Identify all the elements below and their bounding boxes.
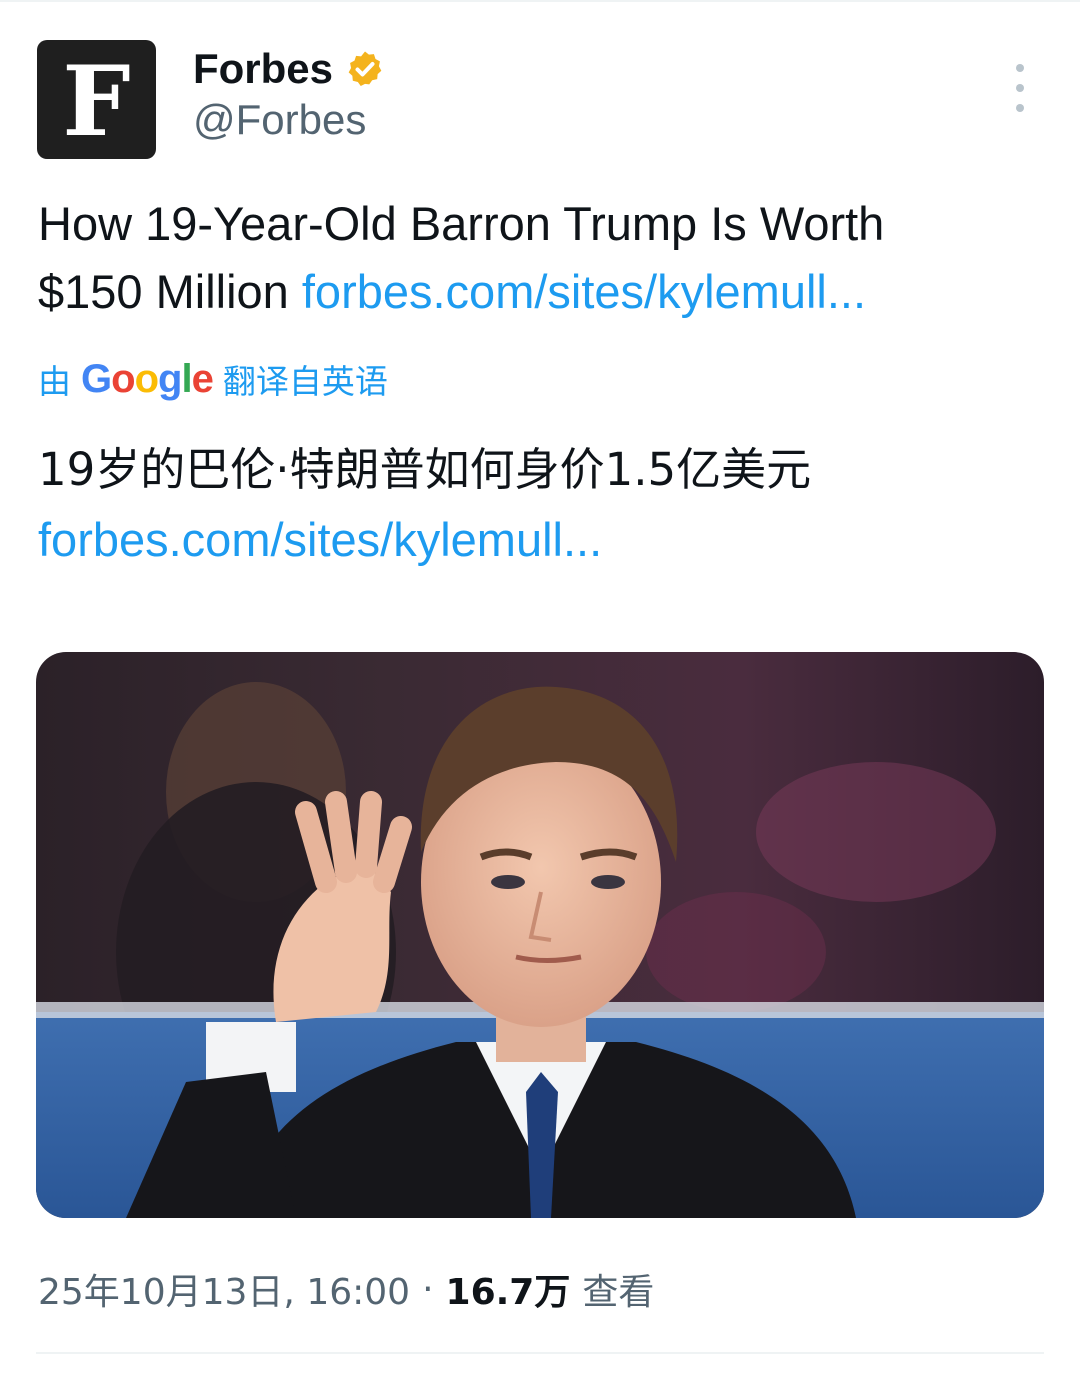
tweet-meta: 25年10月13日, 16:00 · 16.7万 查看 xyxy=(38,1262,654,1316)
translated-text-body: 19岁的巴伦·特朗普如何身价1.5亿美元 xyxy=(38,443,812,496)
more-options-icon[interactable] xyxy=(1000,64,1040,112)
translation-suffix: 翻译自英语 xyxy=(222,362,388,401)
tweet-link[interactable]: forbes.com/sites/kylemull... xyxy=(302,265,866,318)
translated-text: 19岁的巴伦·特朗普如何身价1.5亿美元 forbes.com/sites/ky… xyxy=(38,435,1048,576)
more-dot xyxy=(1016,84,1024,92)
translation-attribution[interactable]: 由 Google 翻译自英语 xyxy=(38,350,388,408)
tweet-text-line1: How 19-Year-Old Barron Trump Is Worth xyxy=(38,197,885,250)
media-photo[interactable] xyxy=(36,652,1044,1218)
verified-badge-icon[interactable] xyxy=(345,49,385,89)
tweet-text-line2-prefix: $150 Million xyxy=(38,265,302,318)
translated-link[interactable]: forbes.com/sites/kylemull... xyxy=(38,513,602,566)
translation-prefix: 由 xyxy=(38,362,71,401)
meta-separator: · xyxy=(422,1268,434,1310)
views-count: 16.7万 xyxy=(445,1272,571,1313)
top-divider xyxy=(0,0,1080,2)
more-dot xyxy=(1016,104,1024,112)
tweet-text: How 19-Year-Old Barron Trump Is Worth $1… xyxy=(38,190,1048,326)
bottom-divider xyxy=(36,1352,1044,1354)
author-handle[interactable]: @Forbes xyxy=(193,96,366,144)
views-label: 查看 xyxy=(582,1272,655,1313)
tweet-text-line2: $150 Million forbes.com/sites/kylemull..… xyxy=(38,258,1048,326)
display-name[interactable]: Forbes xyxy=(193,45,333,93)
more-dot xyxy=(1016,64,1024,72)
author-name-row: Forbes xyxy=(193,42,385,96)
avatar-letter: F xyxy=(62,44,131,158)
timestamp[interactable]: 25年10月13日, 16:00 xyxy=(38,1263,410,1315)
avatar[interactable]: F xyxy=(37,40,156,159)
google-logo: Google xyxy=(81,356,214,401)
